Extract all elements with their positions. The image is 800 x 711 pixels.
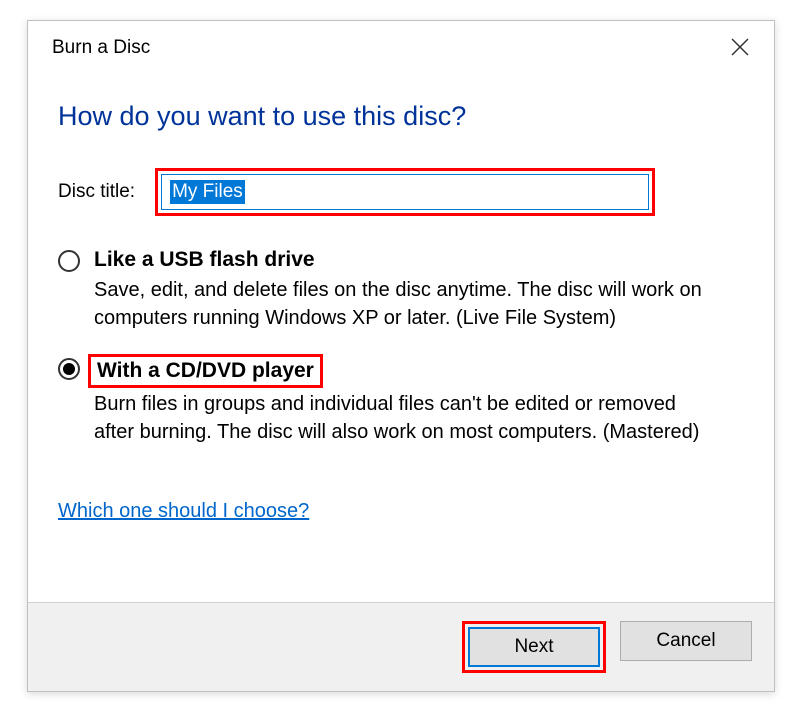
burn-disc-dialog: Burn a Disc How do you want to use this … xyxy=(27,20,775,692)
help-link[interactable]: Which one should I choose? xyxy=(58,500,309,523)
disc-title-input[interactable] xyxy=(161,174,649,210)
next-button[interactable]: Next xyxy=(468,627,600,667)
disc-title-label: Disc title: xyxy=(58,181,135,203)
dialog-content: How do you want to use this disc? Disc t… xyxy=(28,75,774,602)
option-usb-description: Save, edit, and delete files on the disc… xyxy=(94,276,714,332)
x-icon xyxy=(730,37,750,57)
radio-usb[interactable] xyxy=(58,250,80,272)
option-cd-dvd-player[interactable]: With a CD/DVD player Burn files in group… xyxy=(58,356,744,446)
option-cddvd-description: Burn files in groups and individual file… xyxy=(94,390,714,446)
dialog-footer: Next Cancel xyxy=(28,602,774,691)
cancel-button[interactable]: Cancel xyxy=(620,621,752,661)
option-usb-flash-drive[interactable]: Like a USB flash drive Save, edit, and d… xyxy=(58,248,744,332)
option-usb-body: Like a USB flash drive Save, edit, and d… xyxy=(94,248,744,332)
option-cddvd-highlight: With a CD/DVD player xyxy=(88,354,323,388)
titlebar: Burn a Disc xyxy=(28,21,774,75)
disc-title-row: Disc title: My Files xyxy=(58,168,744,216)
next-button-highlight: Next xyxy=(462,621,606,673)
option-usb-label: Like a USB flash drive xyxy=(94,248,315,271)
radio-cddvd[interactable] xyxy=(58,358,80,380)
disc-title-highlight: My Files xyxy=(155,168,655,216)
page-heading: How do you want to use this disc? xyxy=(58,101,744,132)
option-cddvd-body: With a CD/DVD player Burn files in group… xyxy=(94,356,744,446)
option-cddvd-label: With a CD/DVD player xyxy=(97,359,314,382)
close-icon[interactable] xyxy=(726,37,754,62)
dialog-title: Burn a Disc xyxy=(52,37,150,59)
